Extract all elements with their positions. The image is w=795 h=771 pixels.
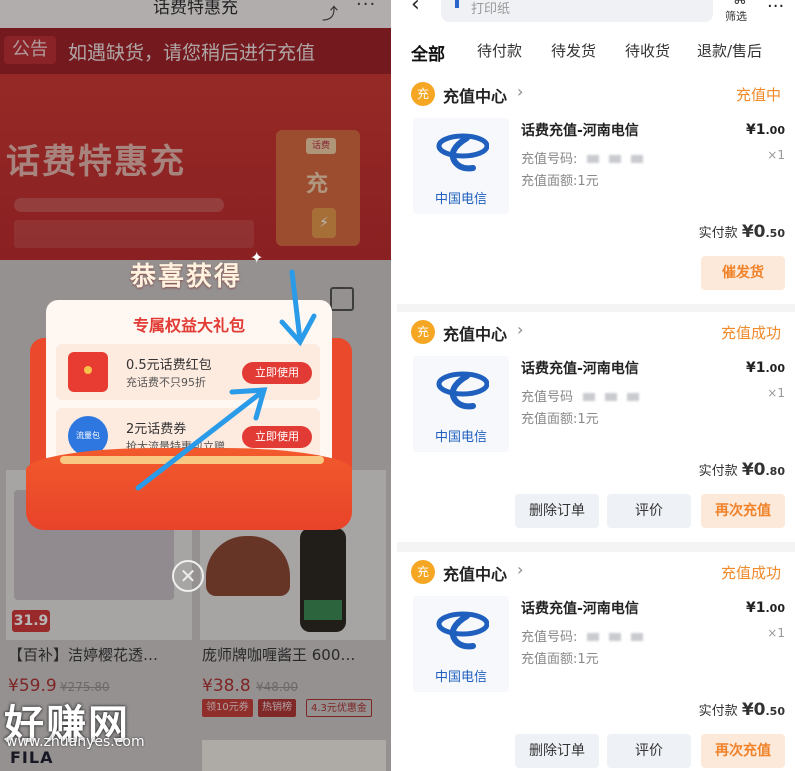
logo-text: 中国电信 xyxy=(434,670,487,685)
product-price: ¥1.00 xyxy=(746,600,785,616)
phone-number: 充值号码: xyxy=(521,626,644,645)
recharge-again-button[interactable]: 再次充值 xyxy=(701,494,785,528)
order-card[interactable]: 充 充值中心 › 充值中 中国电信 话费充值-河南电信 充值号码: 充值面额:1… xyxy=(397,74,795,304)
tab-all[interactable]: 全部 xyxy=(411,40,445,65)
shop-icon: 充 xyxy=(411,82,435,106)
delete-order-button[interactable]: 删除订单 xyxy=(515,734,599,768)
quantity: ×1 xyxy=(767,386,785,400)
order-tabs: 全部 待付款 待发货 待收货 退款/售后 xyxy=(397,40,795,70)
order-status: 充值成功 xyxy=(720,564,781,582)
tab-pending-shipment[interactable]: 待发货 xyxy=(551,40,596,61)
search-input[interactable]: 打印纸 xyxy=(441,0,713,22)
review-button[interactable]: 评价 xyxy=(607,734,691,768)
product-price: ¥1.00 xyxy=(746,122,785,138)
china-telecom-logo-icon xyxy=(436,611,489,650)
shop-name[interactable]: 充值中心 xyxy=(443,83,507,107)
orders-header: ‹ 打印纸 ⌘ 筛选 ··· 全部 待付款 待发货 待收货 退款/售后 xyxy=(397,0,795,74)
order-status: 充值成功 xyxy=(720,324,781,342)
annotation-arrows xyxy=(135,269,317,491)
product-title[interactable]: 话费充值-河南电信 xyxy=(521,598,639,618)
chevron-right-icon[interactable]: › xyxy=(517,320,523,339)
chevron-right-icon[interactable]: › xyxy=(517,82,523,101)
order-card[interactable]: 充 充值中心 › 充值成功 中国电信 话费充值-河南电信 充值号码 充值面额:1… xyxy=(397,312,795,542)
face-value: 充值面额:1元 xyxy=(521,174,599,189)
china-telecom-logo-icon xyxy=(436,133,489,172)
shop-icon: 充 xyxy=(411,320,435,344)
logo-text: 中国电信 xyxy=(434,430,487,445)
shop-icon: 充 xyxy=(411,560,435,584)
paid-amount: 实付款 ¥0.50 xyxy=(698,222,785,242)
product-thumbnail[interactable]: 中国电信 xyxy=(413,596,509,692)
urge-shipment-button[interactable]: 催发货 xyxy=(701,256,785,290)
search-cursor-icon xyxy=(455,0,459,8)
delete-order-button[interactable]: 删除订单 xyxy=(515,494,599,528)
tab-refund[interactable]: 退款/售后 xyxy=(697,40,762,61)
phone-number: 充值号码 xyxy=(521,386,640,405)
shop-name[interactable]: 充值中心 xyxy=(443,561,507,585)
tab-pending-payment[interactable]: 待付款 xyxy=(477,40,522,61)
quantity: ×1 xyxy=(767,626,785,640)
paid-amount: 实付款 ¥0.80 xyxy=(698,460,785,480)
filter-icon[interactable]: ⌘ xyxy=(733,0,747,8)
order-card[interactable]: 充 充值中心 › 充值成功 中国电信 话费充值-河南电信 充值号码: 充值面额:… xyxy=(397,552,795,771)
product-thumbnail[interactable]: 中国电信 xyxy=(413,118,509,214)
tab-pending-receipt[interactable]: 待收货 xyxy=(625,40,670,61)
product-title[interactable]: 话费充值-河南电信 xyxy=(521,358,639,378)
more-icon[interactable]: ··· xyxy=(767,0,784,17)
paid-amount: 实付款 ¥0.50 xyxy=(698,700,785,720)
logo-text: 中国电信 xyxy=(434,192,487,207)
promo-screen: 话费特惠充 ⤴ ··· 公告 如遇缺货，请您稍后进行充值 话费特惠充 话费 充 … xyxy=(0,0,391,771)
recharge-again-button[interactable]: 再次充值 xyxy=(701,734,785,768)
chevron-right-icon[interactable]: › xyxy=(517,560,523,579)
filter-label[interactable]: 筛选 xyxy=(725,8,747,24)
orders-screen: ‹ 打印纸 ⌘ 筛选 ··· 全部 待付款 待发货 待收货 退款/售后 充 充值… xyxy=(397,0,795,771)
product-price: ¥1.00 xyxy=(746,360,785,376)
quantity: ×1 xyxy=(767,148,785,162)
face-value: 充值面额:1元 xyxy=(521,412,599,427)
product-thumbnail[interactable]: 中国电信 xyxy=(413,356,509,452)
review-button[interactable]: 评价 xyxy=(607,494,691,528)
shop-name[interactable]: 充值中心 xyxy=(443,321,507,345)
back-arrow-icon[interactable]: ‹ xyxy=(411,0,420,17)
watermark-url: www.zhuanyes.com xyxy=(6,734,145,750)
face-value: 充值面额:1元 xyxy=(521,652,599,667)
phone-number: 充值号码: xyxy=(521,148,644,167)
order-status: 充值中 xyxy=(735,86,781,104)
china-telecom-logo-icon xyxy=(436,371,489,410)
product-title[interactable]: 话费充值-河南电信 xyxy=(521,120,639,140)
close-icon[interactable]: ✕ xyxy=(172,560,204,592)
search-placeholder: 打印纸 xyxy=(471,2,511,17)
